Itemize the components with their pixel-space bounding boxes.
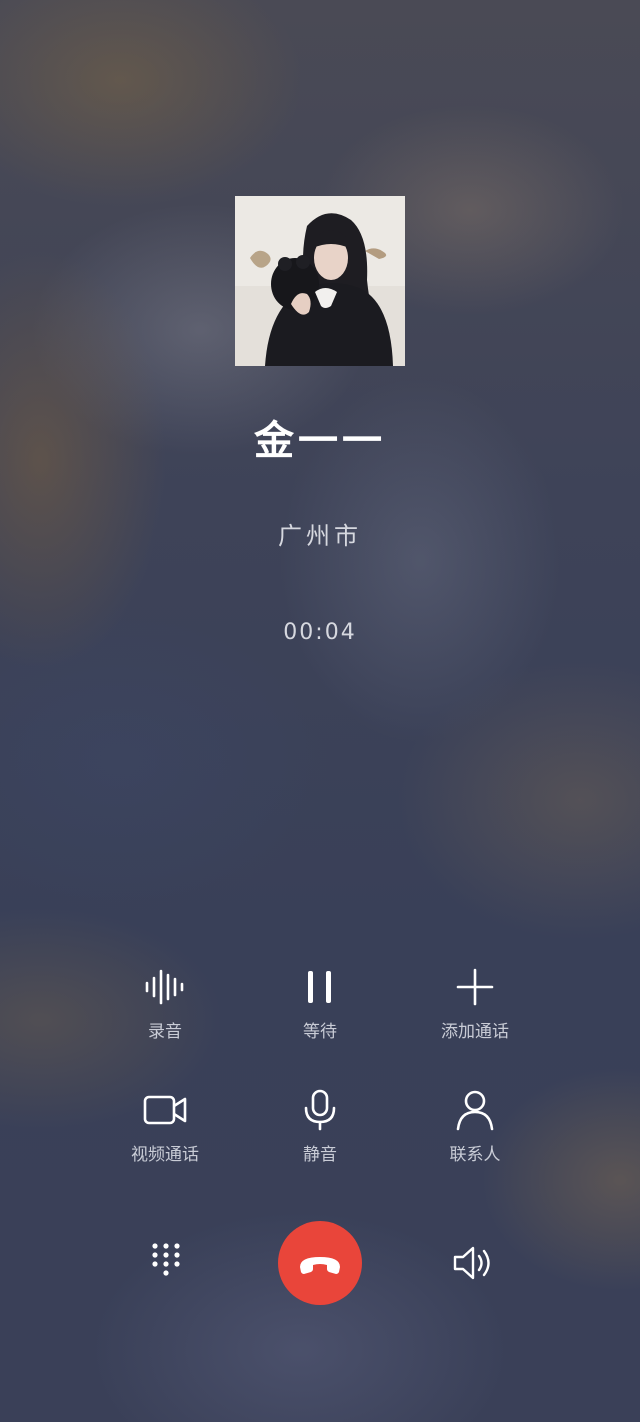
contacts-button[interactable]: 联系人 [405, 1088, 545, 1178]
microphone-icon [298, 1088, 342, 1132]
dialpad-icon [144, 1243, 188, 1289]
add-call-button[interactable]: 添加通话 [405, 965, 545, 1055]
contact-name: 金一一 [254, 418, 386, 464]
pause-icon [298, 965, 342, 1009]
add-call-label: 添加通话 [441, 1022, 509, 1042]
mute-label: 静音 [303, 1145, 337, 1165]
contact-photo-image [235, 196, 405, 366]
caller-location: 广州市 [278, 522, 362, 550]
hangup-button[interactable] [278, 1221, 362, 1305]
speaker-icon [452, 1246, 496, 1289]
video-camera-icon [143, 1088, 187, 1132]
video-call-button[interactable]: 视频通话 [95, 1088, 235, 1178]
call-duration: 00:04 [283, 620, 357, 645]
video-call-label: 视频通话 [131, 1145, 199, 1165]
record-label: 录音 [148, 1022, 182, 1042]
waveform-icon [143, 965, 187, 1009]
plus-icon [453, 965, 497, 1009]
contact-avatar [235, 196, 405, 366]
dialpad-button[interactable] [144, 1241, 188, 1285]
person-icon [453, 1088, 497, 1132]
mute-button[interactable]: 静音 [250, 1088, 390, 1178]
speaker-button[interactable] [452, 1241, 496, 1285]
hold-label: 等待 [303, 1022, 337, 1042]
contacts-label: 联系人 [449, 1145, 501, 1165]
hold-button[interactable]: 等待 [250, 965, 390, 1055]
record-button[interactable]: 录音 [95, 965, 235, 1055]
phone-hangup-icon [278, 1257, 362, 1309]
